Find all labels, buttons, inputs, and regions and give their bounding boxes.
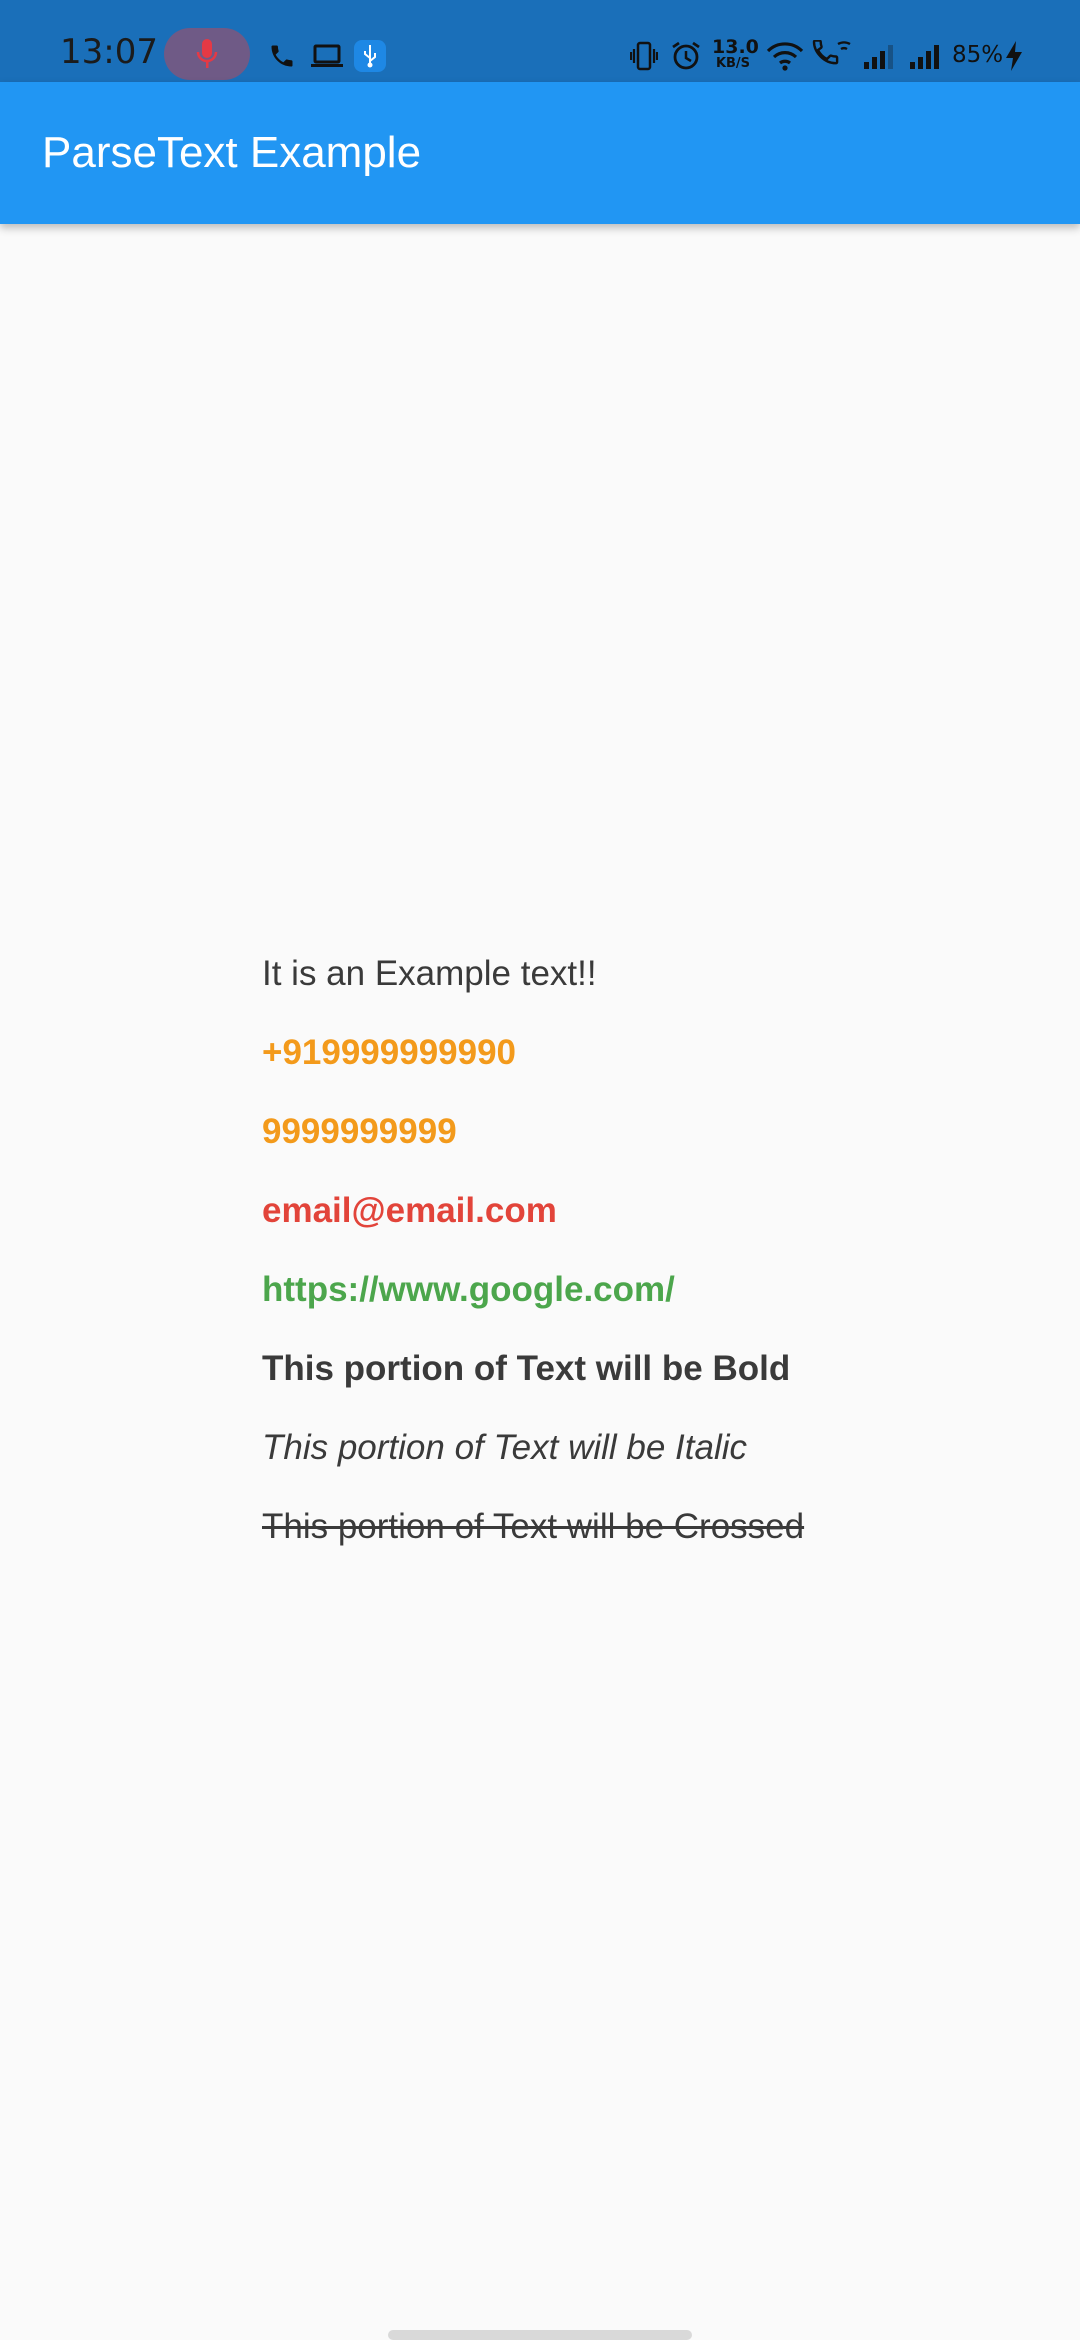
- signal-icon: [864, 45, 893, 69]
- laptop-icon: [311, 44, 343, 67]
- phone-icon: [271, 45, 293, 67]
- network-speed-value: 13.0: [712, 36, 759, 58]
- wifi-icon: [766, 42, 804, 71]
- vibrate-icon: [630, 41, 658, 71]
- network-speed-unit: KB/S: [715, 56, 751, 71]
- url-link[interactable]: https://www.google.com/: [262, 1262, 1042, 1341]
- network-speed: 13.0 KB/S: [712, 36, 759, 71]
- crossed-text: This portion of Text will be Crossed: [262, 1507, 805, 1546]
- status-bar: 13:07 13.0 KB/S 85%: [0, 0, 1080, 82]
- app-bar: ParseText Example: [0, 82, 1080, 224]
- email-link[interactable]: email@email.com: [262, 1183, 1042, 1262]
- charging-icon: [1006, 41, 1022, 71]
- wifi-calling-icon: [812, 40, 851, 65]
- example-text: It is an Example text!!: [262, 954, 597, 993]
- phone-link[interactable]: 9999999999: [262, 1104, 1042, 1183]
- alarm-icon: [672, 41, 700, 70]
- battery-percent: 85%: [952, 42, 1004, 68]
- mic-icon: [196, 39, 218, 68]
- mic-indicator: [164, 28, 250, 80]
- usb-icon: [364, 45, 376, 68]
- parsed-text-list: It is an Example text!! +919999999990 99…: [262, 946, 1042, 1578]
- italic-text: This portion of Text will be Italic: [262, 1428, 748, 1467]
- status-time: 13:07: [60, 32, 158, 72]
- signal-icon: [910, 45, 939, 69]
- phone-link-international[interactable]: +919999999990: [262, 1025, 1042, 1104]
- gesture-nav-bar[interactable]: [388, 2330, 692, 2340]
- bold-text: This portion of Text will be Bold: [262, 1349, 791, 1388]
- app-title: ParseText Example: [42, 128, 422, 177]
- usb-indicator: [354, 40, 386, 72]
